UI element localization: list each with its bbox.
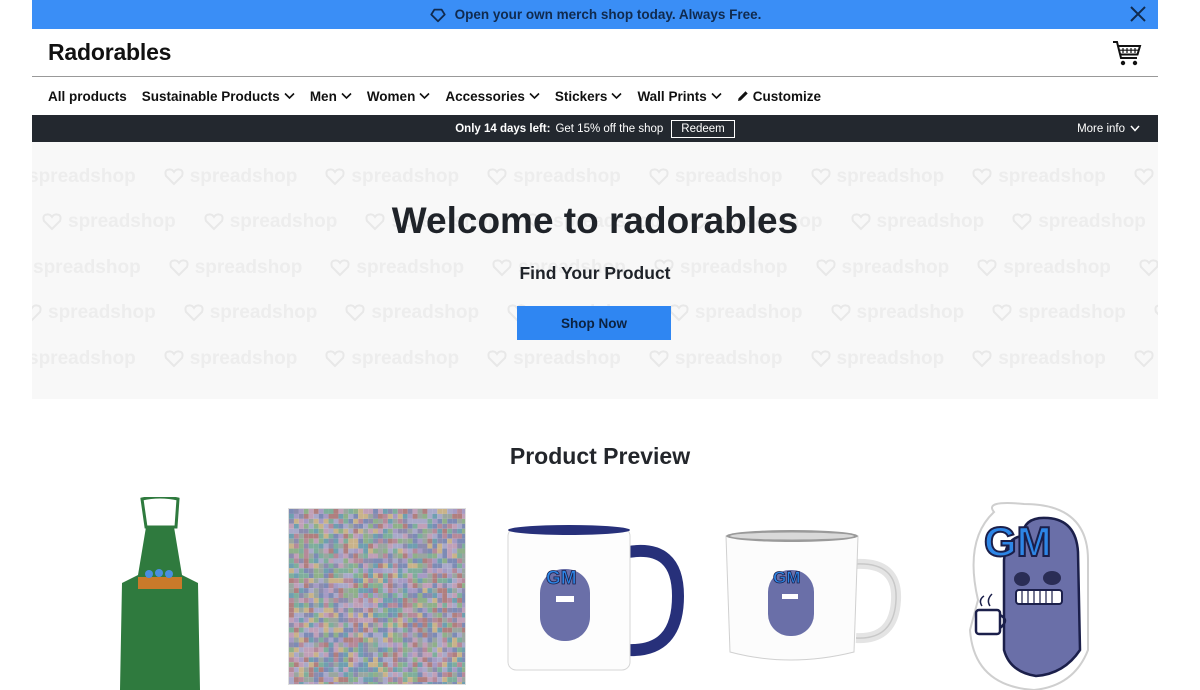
promo-text: Open your own merch shop today. Always F… xyxy=(454,7,762,22)
cart-icon[interactable] xyxy=(1112,39,1142,67)
shop-logo[interactable]: Radorables xyxy=(48,39,171,66)
apron-product-image[interactable] xyxy=(112,497,208,690)
pattern-word: spreadshop xyxy=(649,348,783,370)
pattern-word: spreadshop xyxy=(32,348,136,370)
pattern-word: spreadshop xyxy=(32,166,136,188)
hero-subtitle: Find Your Product xyxy=(519,263,671,283)
redeem-button[interactable]: Redeem xyxy=(671,119,735,138)
enamel-mug-product-image[interactable]: GM xyxy=(720,528,902,666)
pattern-word: spreadshop xyxy=(487,348,621,370)
nav-customize[interactable]: Customize xyxy=(737,89,821,104)
pattern-row: spreadshop spreadshop spreadshop spreadshop… xyxy=(32,348,1158,370)
pattern-row: spreadshop spreadshop spreadshop spreadshop… xyxy=(32,166,1158,188)
pattern-word: spreadshop xyxy=(649,166,783,188)
chevron-down-icon xyxy=(611,92,623,100)
nav-all-products[interactable]: All products xyxy=(48,89,127,104)
nav-stickers[interactable]: Stickers xyxy=(555,89,623,104)
pattern-word: spreadshop xyxy=(1134,348,1158,370)
offer-bar: Only 14 days left: Get 15% off the shop … xyxy=(32,115,1158,142)
chevron-down-icon xyxy=(341,92,352,100)
pattern-word: spreadshop xyxy=(184,302,317,324)
pattern-word: spreadshop xyxy=(972,166,1106,188)
pattern-cloth-product-image[interactable] xyxy=(288,508,466,685)
nav-men[interactable]: Men xyxy=(310,89,352,104)
pencil-icon xyxy=(737,91,748,101)
nav-label: Women xyxy=(366,88,416,104)
close-icon[interactable] xyxy=(1128,4,1148,24)
pattern-word: spreadshop xyxy=(669,302,803,324)
nav-label: Customize xyxy=(752,88,821,104)
hero-title: Welcome to radorables xyxy=(391,200,799,241)
pattern-word: spreadshop xyxy=(32,302,156,324)
gm-print-text: GM xyxy=(773,568,800,587)
nav-label: Sustainable Products xyxy=(141,88,280,104)
chevron-down-icon xyxy=(1130,125,1140,132)
pattern-word: spreadshop xyxy=(345,302,479,324)
product-preview-title: Product Preview xyxy=(509,443,691,469)
more-info-label: More info xyxy=(1077,122,1125,135)
offer-text: Get 15% off the shop xyxy=(555,122,664,135)
nav-wall-prints[interactable]: Wall Prints xyxy=(637,88,722,104)
pattern-word: spreadshop xyxy=(810,166,944,188)
pattern-word: spreadshop xyxy=(830,302,964,324)
nav-accessories[interactable]: Accessories xyxy=(445,89,540,104)
pattern-word: spreadshop xyxy=(164,348,297,370)
nav-label: Men xyxy=(309,88,337,104)
pattern-word: spreadshop xyxy=(164,166,297,188)
pattern-word: spreadshop xyxy=(992,302,1126,324)
gm-sticker-text: GM xyxy=(984,518,1052,565)
nav-label: All products xyxy=(48,88,127,104)
shop-now-button[interactable]: Shop Now xyxy=(517,306,671,340)
nav-sustainable-products[interactable]: Sustainable Products xyxy=(142,89,295,104)
more-info-link[interactable]: More info xyxy=(1077,115,1140,142)
pattern-word: spreadshop xyxy=(972,348,1106,370)
chevron-down-icon xyxy=(284,92,295,100)
gm-print-text: GM xyxy=(546,568,577,589)
site-header: Radorables xyxy=(32,29,1158,77)
chevron-down-icon xyxy=(419,92,430,100)
pattern-word: spreadshop xyxy=(1134,166,1158,188)
nav-label: Wall Prints xyxy=(637,88,707,104)
pattern-word: spreadshop xyxy=(487,166,621,188)
promo-banner[interactable]: Open your own merch shop today. Always F… xyxy=(32,0,1158,29)
pattern-word: spreadshop xyxy=(325,166,459,188)
hero-banner: spreadshop spreadshop spreadshop spreadshop… xyxy=(32,142,1158,399)
chevron-down-icon xyxy=(529,92,540,100)
nav-label: Accessories xyxy=(445,88,525,104)
pattern-word: spreadshop xyxy=(325,348,459,370)
pattern-word: spreadshop xyxy=(1154,302,1158,324)
nav-label: Stickers xyxy=(554,88,608,104)
gm-sticker-product-image[interactable]: GM xyxy=(964,500,1094,690)
main-nav: All products Sustainable Products Men Wo… xyxy=(32,77,1158,115)
nav-women[interactable]: Women xyxy=(367,89,431,104)
chevron-down-icon xyxy=(711,92,722,100)
pattern-word: spreadshop xyxy=(810,348,944,370)
diamond-heart-icon xyxy=(429,8,446,22)
two-tone-mug-product-image[interactable]: GM xyxy=(506,524,684,674)
offer-countdown: Only 14 days left: xyxy=(455,122,551,135)
